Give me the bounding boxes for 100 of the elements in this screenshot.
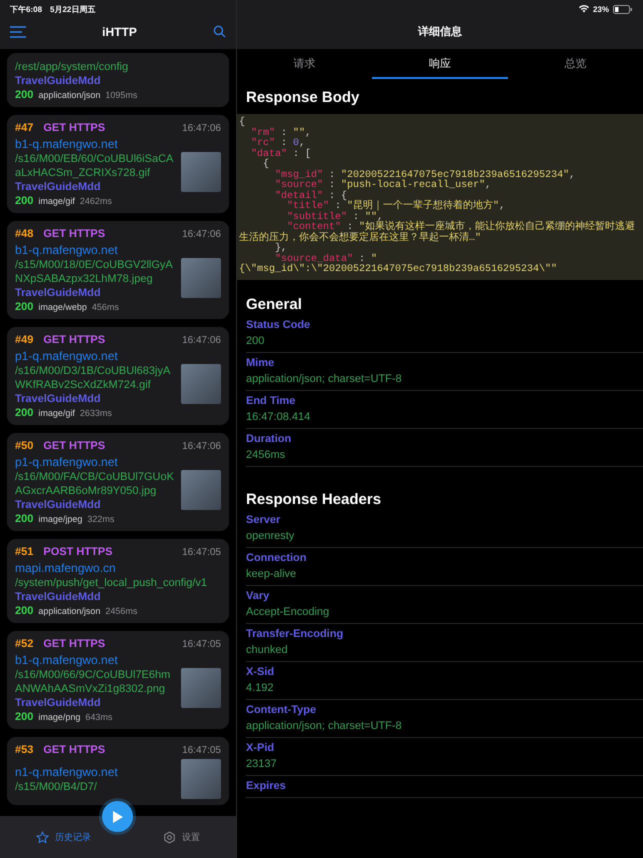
app-title: iHTTP [102, 24, 137, 38]
status-code: 200 [15, 513, 34, 525]
mime-type: image/gif [38, 196, 75, 206]
request-duration: 2633ms [80, 408, 112, 418]
request-time: 16:47:05 [182, 744, 221, 756]
request-method: POST HTTPS [43, 546, 114, 558]
field-name: Vary [246, 590, 270, 602]
status-code: 200 [15, 89, 34, 101]
request-card[interactable]: #49 GET HTTPS 16:47:06 p1-q.mafengwo.net /s16/M00/D3/1B/CoUBUl683jyAWKfRABv2ScXdZkM724.gif TravelGuideMdd 200 image/gif 2633ms [7, 327, 229, 425]
field-value: keep-alive [246, 568, 298, 580]
section-heading: General [245, 294, 303, 314]
request-app: TravelGuideMdd [15, 590, 102, 605]
request-number: #47 [15, 122, 34, 134]
field-name: Content-Type [246, 704, 318, 716]
request-time: 16:47:06 [182, 228, 221, 240]
request-host: p1-q.mafengwo.net [15, 455, 119, 470]
segment-tab[interactable]: 响应 [372, 49, 508, 79]
request-method: GET HTTPS [43, 228, 106, 240]
star-icon [36, 830, 49, 844]
tab-bar-item[interactable]: 历史记录 [36, 830, 91, 844]
status-code: 200 [15, 407, 34, 419]
request-method: GET HTTPS [43, 744, 106, 756]
mime-type: application/json [38, 606, 100, 616]
request-host: mapi.mafengwo.cn [15, 561, 117, 576]
request-number: #50 [15, 440, 34, 452]
battery-percent: 23% [592, 4, 609, 14]
request-method: GET HTTPS [43, 122, 106, 134]
request-duration: 322ms [87, 514, 114, 524]
request-duration: 2456ms [105, 606, 138, 616]
request-card[interactable]: #53 GET HTTPS 16:47:05 n1-q.mafengwo.net /s15/M00/B4/D7/ [7, 737, 229, 805]
mime-type: image/gif [38, 408, 75, 418]
tab-bar-item[interactable]: 设置 [163, 830, 200, 844]
request-number: #49 [15, 334, 34, 346]
request-time: 16:47:05 [182, 638, 221, 650]
field-value: 200 [246, 334, 266, 348]
menu-icon[interactable] [10, 26, 26, 38]
request-host: n1-q.mafengwo.net [15, 764, 119, 780]
request-method: GET HTTPS [43, 440, 106, 452]
request-method: GET HTTPS [43, 638, 106, 650]
field-name: X-Sid [246, 666, 276, 678]
field-value: application/json; charset=UTF-8 [246, 720, 403, 732]
wifi-icon [578, 5, 589, 13]
request-card[interactable]: #52 GET HTTPS 16:47:05 b1-q.mafengwo.net /s16/M00/66/9C/CoUBUl7E6hmANWAhAASmVxZi1g8302.png TravelGuideMdd 200 image/png 643ms [7, 631, 229, 729]
request-duration: 2462ms [80, 196, 112, 206]
request-card[interactable]: /rest/app/system/config TravelGuideMdd 200 application/json 1095ms [7, 53, 229, 107]
request-host: b1-q.mafengwo.net [15, 243, 119, 258]
request-time: 16:47:06 [182, 334, 221, 346]
play-icon [112, 810, 123, 822]
segment-tab[interactable]: 请求 [237, 49, 372, 79]
field-name: Server [246, 514, 282, 526]
request-path: /s16/M00/D3/1B/CoUBUl683jyAWKfRABv2ScXdZkM724.gif [15, 364, 172, 392]
status-time: 下午6:08 [10, 4, 42, 14]
request-number: #53 [15, 744, 34, 756]
request-path: /system/push/get_local_push_config/v1 [15, 576, 208, 590]
request-app: TravelGuideMdd [15, 696, 102, 711]
field-value: openresty [246, 530, 296, 542]
request-number: #48 [15, 228, 34, 240]
request-host: b1-q.mafengwo.net [15, 137, 119, 152]
field-name: Duration [246, 432, 292, 446]
search-icon[interactable] [212, 25, 226, 38]
battery-icon [613, 4, 633, 14]
request-app: TravelGuideMdd [15, 180, 102, 195]
field-value: 16:47:08.414 [246, 410, 312, 424]
detail-title: 详细信息 [418, 24, 462, 39]
field-name: Expires [246, 780, 287, 792]
request-time: 16:47:05 [182, 546, 221, 558]
mime-type: application/json [38, 90, 100, 100]
field-value: chunked [246, 644, 289, 656]
json-code-block: { "rm" : "", "rc" : 0, "data" : [ { "msg_id" : "202005221647075ec7918b239a6516295234", "source" : "push-local-recall_user", "detail" : { "title" : "昆明｜一个一辈子想待着的地方", "subtitle" : "", "content" : "如果说有这样一座城市，能让你放松自己紧绷的神经暂时逃避生活的压力，你会不会想要定居在这里？早起一杯清…" }, "source_data" : "{\"msg_id\":\"202005221647075ec7918b239a6516295234\"" [237, 114, 643, 280]
request-duration: 643ms [85, 712, 112, 722]
field-value: application/json; charset=UTF-8 [246, 372, 403, 386]
segment-tab[interactable]: 总览 [508, 49, 643, 79]
mime-type: image/png [38, 712, 80, 722]
request-app: TravelGuideMdd [15, 392, 102, 407]
field-value: 23137 [246, 758, 278, 770]
field-value: 2456ms [246, 448, 286, 462]
status-date: 5月22日周五 [50, 4, 96, 14]
request-card[interactable]: #51 POST HTTPS 16:47:05 mapi.mafengwo.cn /system/push/get_local_push_config/v1 TravelGuideMdd 200 application/json 2456ms [7, 539, 229, 623]
field-name: X-Pid [246, 742, 276, 754]
request-card[interactable]: #50 GET HTTPS 16:47:06 p1-q.mafengwo.net /s16/M00/FA/CB/CoUBUl7GUoKAGxcrAARB6oMr89Y050.jpg TravelGuideMdd 200 image/jpeg 322ms [7, 433, 229, 531]
request-card[interactable]: #48 GET HTTPS 16:47:06 b1-q.mafengwo.net /s15/M00/18/0E/CoUBGV2llGyANXpSABAzpx32LhM78.jpeg TravelGuideMdd 200 image/webp 456ms [7, 221, 229, 319]
request-duration: 1095ms [105, 90, 138, 100]
request-duration: 456ms [92, 302, 119, 312]
request-host: p1-q.mafengwo.net [15, 349, 119, 364]
request-card[interactable]: #47 GET HTTPS 16:47:06 b1-q.mafengwo.net /s16/M00/EB/60/CoUBUl6iSaCAaLxHACSm_ZCRIXs728.gif TravelGuideMdd 200 image/gif 2462ms [7, 115, 229, 213]
request-path: /s15/M00/B4/D7/ [15, 780, 98, 794]
mime-type: image/webp [38, 302, 87, 312]
request-app: TravelGuideMdd [15, 498, 102, 513]
gear-icon [163, 830, 176, 844]
request-path: /s15/M00/18/0E/CoUBGV2llGyANXpSABAzpx32LhM78.jpeg [15, 258, 174, 286]
section-heading: Response Body [245, 88, 360, 108]
request-host: b1-q.mafengwo.net [15, 653, 119, 668]
request-number: #51 [15, 546, 34, 558]
status-code: 200 [15, 605, 34, 617]
request-path: /s16/M00/66/9C/CoUBUl7E6hmANWAhAASmVxZi1g8302.png [15, 668, 172, 696]
request-time: 16:47:06 [182, 122, 221, 134]
field-name: Transfer-Encoding [246, 628, 344, 640]
request-app: TravelGuideMdd [15, 74, 102, 89]
status-code: 200 [15, 301, 34, 313]
request-app: TravelGuideMdd [15, 286, 102, 301]
